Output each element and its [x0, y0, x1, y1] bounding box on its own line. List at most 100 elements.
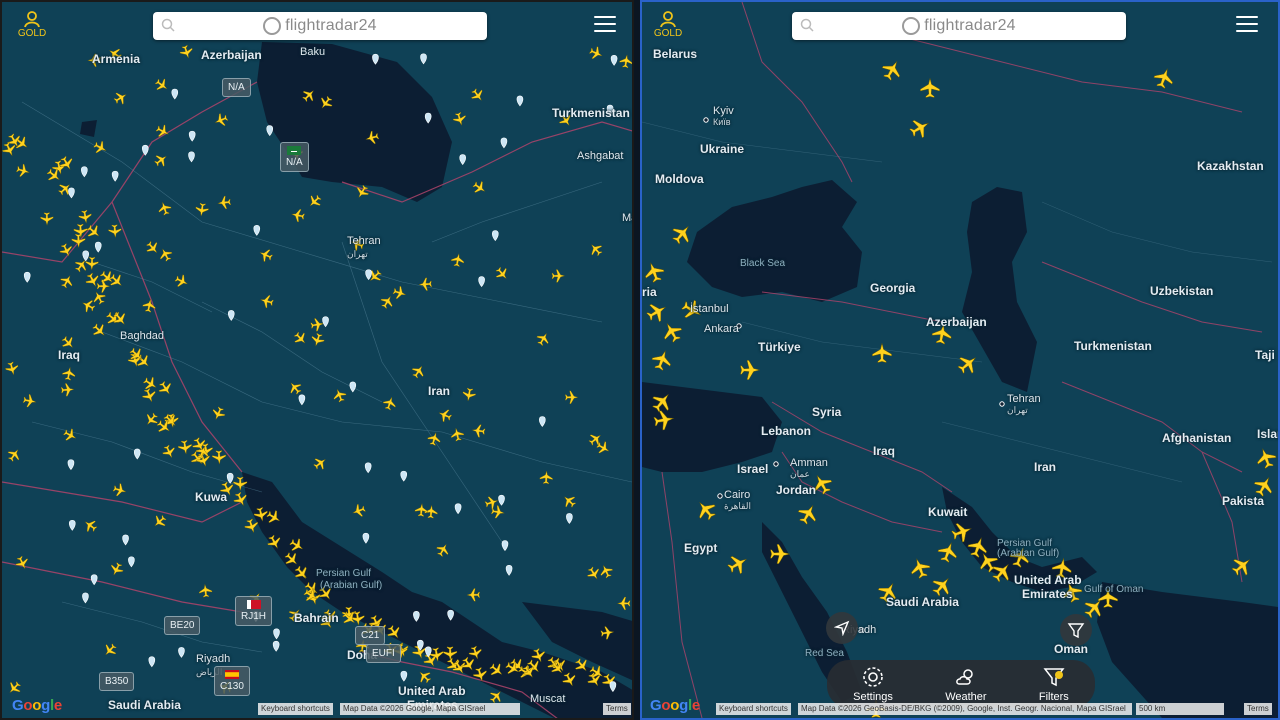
label-baku: Baku — [300, 46, 326, 58]
gold-label: GOLD — [653, 28, 683, 39]
locate-me-button[interactable] — [826, 612, 858, 644]
label-turkmenistan: Turkmenistan — [552, 106, 630, 120]
funnel-icon — [1043, 668, 1065, 687]
label-kyiv: Kyiv — [713, 105, 734, 117]
aircraft-type-label: RJ1H — [241, 611, 267, 622]
menu-line — [1236, 23, 1258, 25]
aircraft-type-label: BE20 — [170, 620, 195, 631]
search-bar[interactable]: flightradar24 — [792, 12, 1126, 40]
label-belarus: Belarus — [653, 47, 698, 61]
google-logo: Google — [12, 697, 62, 714]
label-armenia: Armenia — [92, 52, 141, 66]
label-muscat: Muscat — [530, 693, 566, 705]
label-ma: Ma — [622, 212, 632, 224]
label-kuwait: Kuwait — [928, 505, 968, 519]
label-azerbaijan: Azerbaijan — [201, 48, 262, 62]
aircraft-tag[interactable]: RJ1H — [235, 596, 273, 626]
aircraft-tag[interactable]: B350 — [99, 672, 135, 691]
map-data-attribution[interactable]: Map Data ©2026 GeoBasis-DE/BKG (©2009), … — [798, 703, 1132, 715]
aircraft-tag[interactable]: C21 — [355, 626, 386, 645]
label-red-sea: Red Sea — [805, 648, 844, 659]
navigation-arrow-icon — [834, 620, 850, 636]
menu-line — [594, 23, 616, 25]
label-amman-ar: عمان — [790, 469, 810, 479]
city-dot-icon — [703, 117, 709, 123]
left-map-view[interactable]: Azerbaijan Baku Armenia Turkmenistan Ash… — [0, 0, 634, 720]
menu-line — [1236, 16, 1258, 18]
filters-button[interactable]: Filters — [1039, 665, 1069, 703]
label-kazakhstan: Kazakhstan — [1197, 159, 1264, 173]
aircraft-type-label: N/A — [286, 157, 303, 168]
hamburger-menu-button[interactable] — [1236, 16, 1258, 34]
label-uae-line2: Emirates — [1022, 587, 1073, 601]
city-dot-icon — [999, 401, 1005, 407]
menu-line — [594, 16, 616, 18]
terms-link[interactable]: Terms — [1244, 703, 1272, 715]
label-uae-line1: United Arab — [1014, 573, 1082, 587]
aircraft-tag[interactable]: BE20 — [164, 616, 201, 635]
label-jordan: Jordan — [776, 483, 817, 497]
city-dot-icon — [773, 461, 779, 467]
keyboard-shortcuts-link[interactable]: Keyboard shortcuts — [716, 703, 791, 715]
gear-icon — [863, 667, 883, 687]
terms-link[interactable]: Terms — [603, 703, 631, 715]
menu-line — [1236, 30, 1258, 32]
aircraft-type-label: B350 — [105, 676, 129, 687]
label-arabian-gulf: (Arabian Gulf) — [997, 548, 1060, 559]
hamburger-menu-button[interactable] — [594, 16, 616, 34]
keyboard-shortcuts-link[interactable]: Keyboard shortcuts — [258, 703, 333, 715]
label-gulf-of-oman: Gulf of Oman — [1084, 584, 1144, 595]
radar-logo-icon — [263, 17, 282, 35]
aircraft-tag[interactable]: N/A — [280, 142, 309, 172]
gold-label: GOLD — [17, 28, 47, 39]
aircraft-type-label: EUFI — [372, 648, 395, 659]
label-egypt: Egypt — [684, 541, 718, 555]
gold-account-button[interactable]: GOLD — [650, 10, 686, 44]
search-icon — [800, 18, 814, 32]
right-map-view[interactable]: Belarus Kyiv Київ Ukraine Moldova Kazakh… — [640, 0, 1280, 720]
label-saudi-arabia: Saudi Arabia — [108, 698, 181, 712]
label-turkmenistan: Turkmenistan — [1074, 339, 1152, 353]
cloud-sun-icon — [956, 669, 973, 685]
label-iraq: Iraq — [58, 348, 81, 362]
menu-line — [594, 30, 616, 32]
gold-account-button[interactable]: GOLD — [14, 10, 50, 44]
label-black-sea: Black Sea — [740, 258, 786, 269]
label-pakistan: Pakista — [1222, 494, 1265, 508]
map-data-attribution[interactable]: Map Data ©2026 Google, Mapa GISrael — [340, 703, 520, 715]
label-kuwait: Kuwa — [195, 490, 228, 504]
label-baghdad: Baghdad — [120, 330, 165, 342]
label-iran: Iran — [428, 384, 451, 398]
saudi-flag-icon — [287, 146, 302, 155]
bottom-toolbar: Settings Weather Filters — [827, 660, 1095, 708]
funnel-icon — [1067, 623, 1085, 639]
brand-name: flightradar24 — [924, 17, 1016, 34]
label-saudi-arabia: Saudi Arabia — [886, 595, 959, 609]
filter-shortcut-button[interactable] — [1060, 614, 1092, 646]
search-bar[interactable]: flightradar24 — [153, 12, 487, 40]
right-map-canvas[interactable] — [642, 2, 1278, 718]
filters-label: Filters — [1038, 691, 1069, 703]
label-ukraine: Ukraine — [700, 142, 745, 156]
aircraft-tag[interactable]: C130 — [214, 666, 250, 696]
label-uae-line1: United Arab — [398, 684, 466, 698]
scale-label: 500 km — [1139, 704, 1166, 713]
scale-bar: 500 km — [1136, 703, 1224, 715]
aircraft-type-label: N/A — [228, 82, 245, 93]
aircraft-tag[interactable]: N/A — [222, 78, 251, 97]
label-cairo-ar: القاهرة — [724, 501, 751, 511]
weather-label: Weather — [945, 691, 987, 703]
label-kyiv-uk: Київ — [713, 117, 731, 127]
label-syria: Syria — [812, 405, 842, 419]
user-icon — [660, 11, 676, 28]
weather-button[interactable]: Weather — [945, 665, 987, 703]
label-persian-gulf: Persian Gulf — [316, 568, 372, 579]
aircraft-tag[interactable]: EUFI — [366, 644, 401, 663]
label-islamabad: Islam — [1257, 427, 1278, 441]
label-azerbaijan: Azerbaijan — [926, 315, 987, 329]
label-israel: Israel — [737, 462, 769, 476]
settings-button[interactable]: Settings — [853, 665, 893, 703]
aircraft-type-label: C130 — [220, 681, 244, 692]
label-riyadh: Riyadh — [196, 653, 231, 665]
label-tehran-fa: تهران — [347, 249, 368, 259]
